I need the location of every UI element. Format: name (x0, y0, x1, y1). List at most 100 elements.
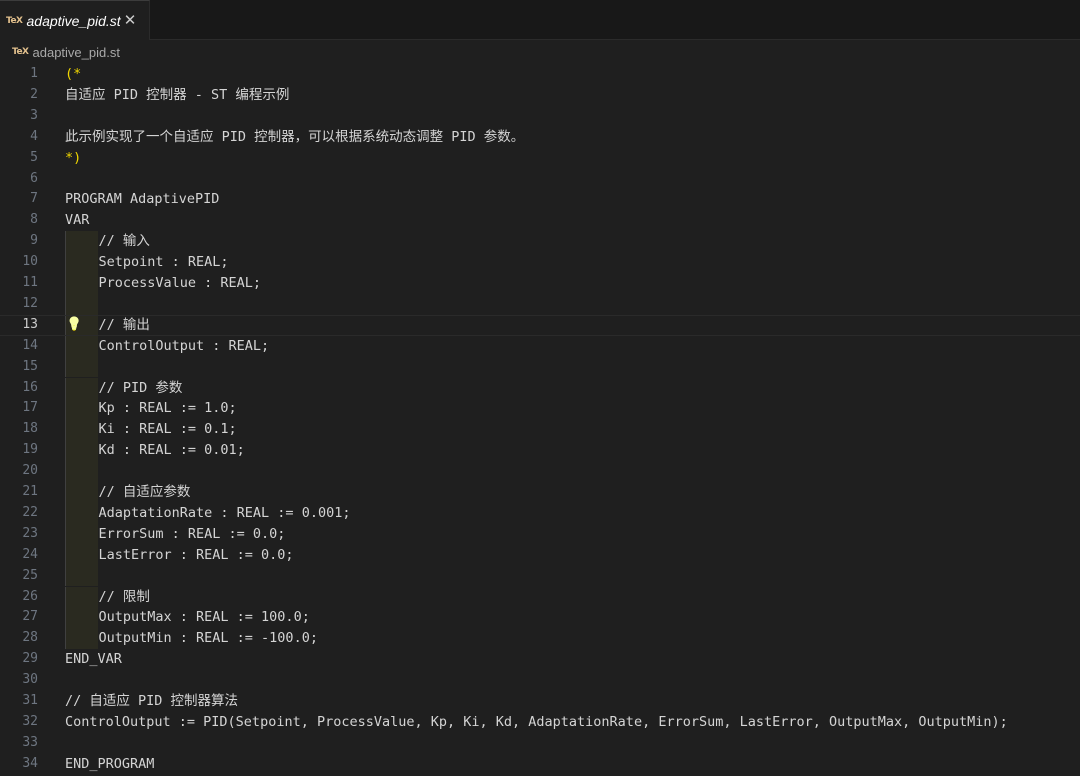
code-text: // 自适应 PID 控制器算法 (65, 693, 239, 709)
indent-guide (65, 607, 98, 629)
breadcrumb-file[interactable]: adaptive_pid.st (33, 45, 120, 60)
line-number: 6 (30, 170, 38, 186)
line-number: 24 (22, 546, 38, 562)
line-number: 16 (22, 379, 38, 395)
code-line[interactable]: 21 // 自适应参数 (0, 482, 1080, 503)
code-line[interactable]: 15 (0, 356, 1080, 378)
code-text: // 自适应参数 (98, 484, 191, 500)
code-line[interactable]: 34 END_PROGRAM (0, 754, 1080, 775)
line-number: 21 (22, 484, 38, 499)
code-text: END_VAR (65, 651, 122, 668)
breadcrumb: TeX adaptive_pid.st (0, 40, 1080, 64)
code-line[interactable]: 29 END_VAR (0, 649, 1080, 670)
code-text: (* (65, 66, 82, 82)
code-line[interactable]: 27 OutputMax : REAL := 100.0; (0, 607, 1080, 629)
line-number: 1 (30, 66, 38, 81)
indent-guide (65, 502, 98, 524)
code-text: // 输出 (98, 316, 150, 333)
code-editor[interactable]: 1 (* 2 自适应 PID 控制器 - ST 编程示例 3 4 此示例实现了一个自适应 P… (0, 64, 1080, 776)
line-number: 19 (22, 442, 38, 458)
indent-guide (65, 398, 98, 420)
code-line[interactable]: 14 ControlOutput : REAL; (0, 335, 1080, 357)
code-line[interactable]: 1 (* (0, 64, 1080, 85)
code-text: Setpoint : REAL; (98, 254, 229, 271)
code-line[interactable]: 22 AdaptationRate : REAL := 0.001; (0, 502, 1080, 524)
code-line[interactable]: 9 // 输入 (0, 231, 1080, 253)
code-line[interactable]: 23 ErrorSum : REAL := 0.0; (0, 523, 1080, 545)
indent-guide (65, 461, 98, 482)
line-number: 3 (30, 107, 38, 123)
tab-label[interactable]: adaptive_pid.st (27, 13, 121, 29)
indent-guide (65, 252, 98, 273)
indent-guide (65, 273, 98, 294)
line-number: 14 (22, 337, 38, 353)
line-number: 2 (30, 86, 38, 102)
code-text: 自适应 PID 控制器 - ST 编程示例 (65, 86, 290, 103)
code-text: PROGRAM AdaptivePID (65, 191, 220, 208)
line-number: 15 (22, 358, 38, 374)
code-line[interactable]: 13 💡 // 输出 (0, 314, 1080, 336)
line-number: 31 (22, 693, 38, 708)
code-text: // PID 参数 (98, 379, 183, 396)
line-number: 32 (22, 713, 38, 729)
code-line[interactable]: 33 (0, 733, 1080, 754)
code-text: ControlOutput : REAL; (98, 337, 270, 354)
code-text: Kp : REAL := 1.0; (98, 400, 237, 417)
indent-guide (65, 544, 98, 566)
line-number: 23 (22, 525, 38, 541)
indent-guide (65, 565, 98, 587)
tab-adaptive-pid[interactable]: TeX adaptive_pid.st ✕ (0, 0, 150, 40)
line-number: 9 (30, 233, 38, 249)
line-number: 29 (22, 651, 38, 667)
code-line[interactable]: 24 LastError : REAL := 0.0; (0, 544, 1080, 566)
code-text: LastError : REAL := 0.0; (98, 546, 294, 563)
code-line[interactable]: 10 Setpoint : REAL; (0, 252, 1080, 273)
code-text: *) (65, 149, 82, 166)
line-number: 8 (30, 212, 38, 228)
close-icon[interactable]: ✕ (121, 11, 139, 29)
code-text: AdaptationRate : REAL := 0.001; (98, 504, 351, 521)
code-line[interactable]: 25 (0, 565, 1080, 587)
line-number: 27 (22, 609, 38, 625)
editor-tab-bar: TeX adaptive_pid.st ✕ (0, 0, 1080, 40)
indent-guide (65, 482, 98, 503)
line-number: 4 (30, 128, 38, 144)
code-line[interactable]: 4 此示例实现了一个自适应 PID 控制器，可以根据系统动态调整 PID 参数。 (0, 127, 1080, 148)
code-line[interactable]: 30 (0, 670, 1080, 691)
code-text: // 输入 (98, 233, 150, 250)
line-number: 17 (22, 400, 38, 416)
code-line[interactable]: 5 *) (0, 148, 1080, 169)
code-line[interactable]: 32 ControlOutput := PID(Setpoint, Process… (0, 712, 1080, 733)
code-line[interactable]: 16 // PID 参数 (0, 377, 1080, 399)
code-line[interactable]: 12 (0, 293, 1080, 315)
indent-guide (65, 293, 98, 315)
line-number: 7 (30, 191, 38, 207)
line-number: 18 (22, 421, 38, 437)
code-line[interactable]: 2 自适应 PID 控制器 - ST 编程示例 (0, 85, 1080, 106)
indent-guide (65, 419, 98, 441)
indent-guide (65, 377, 98, 399)
line-number: 10 (22, 254, 38, 270)
line-number: 11 (22, 275, 38, 290)
code-line[interactable]: 20 (0, 461, 1080, 482)
line-number: 22 (22, 504, 38, 520)
code-line[interactable]: 31 // 自适应 PID 控制器算法 (0, 691, 1080, 712)
code-text: Kd : REAL := 0.01; (98, 442, 245, 459)
code-line[interactable]: 8 VAR (0, 210, 1080, 231)
code-line[interactable]: 3 (0, 106, 1080, 127)
code-text: VAR (65, 212, 90, 229)
line-number: 25 (22, 567, 38, 583)
code-line[interactable]: 19 Kd : REAL := 0.01; (0, 440, 1080, 462)
lightbulb-icon[interactable]: 💡 (66, 316, 82, 335)
code-line[interactable]: 17 Kp : REAL := 1.0; (0, 398, 1080, 420)
code-line[interactable]: 11 ProcessValue : REAL; (0, 273, 1080, 294)
line-number: 26 (22, 588, 38, 604)
code-line[interactable]: 18 Ki : REAL := 0.1; (0, 419, 1080, 441)
code-line[interactable]: 6 (0, 169, 1080, 190)
code-line[interactable]: 26 // 限制 (0, 586, 1080, 608)
indent-guide (65, 231, 98, 253)
code-text: ControlOutput := PID(Setpoint, ProcessVa… (65, 713, 1008, 730)
indent-guide (65, 628, 98, 650)
code-line[interactable]: 28 OutputMin : REAL := -100.0; (0, 628, 1080, 650)
code-line[interactable]: 7 PROGRAM AdaptivePID (0, 189, 1080, 210)
